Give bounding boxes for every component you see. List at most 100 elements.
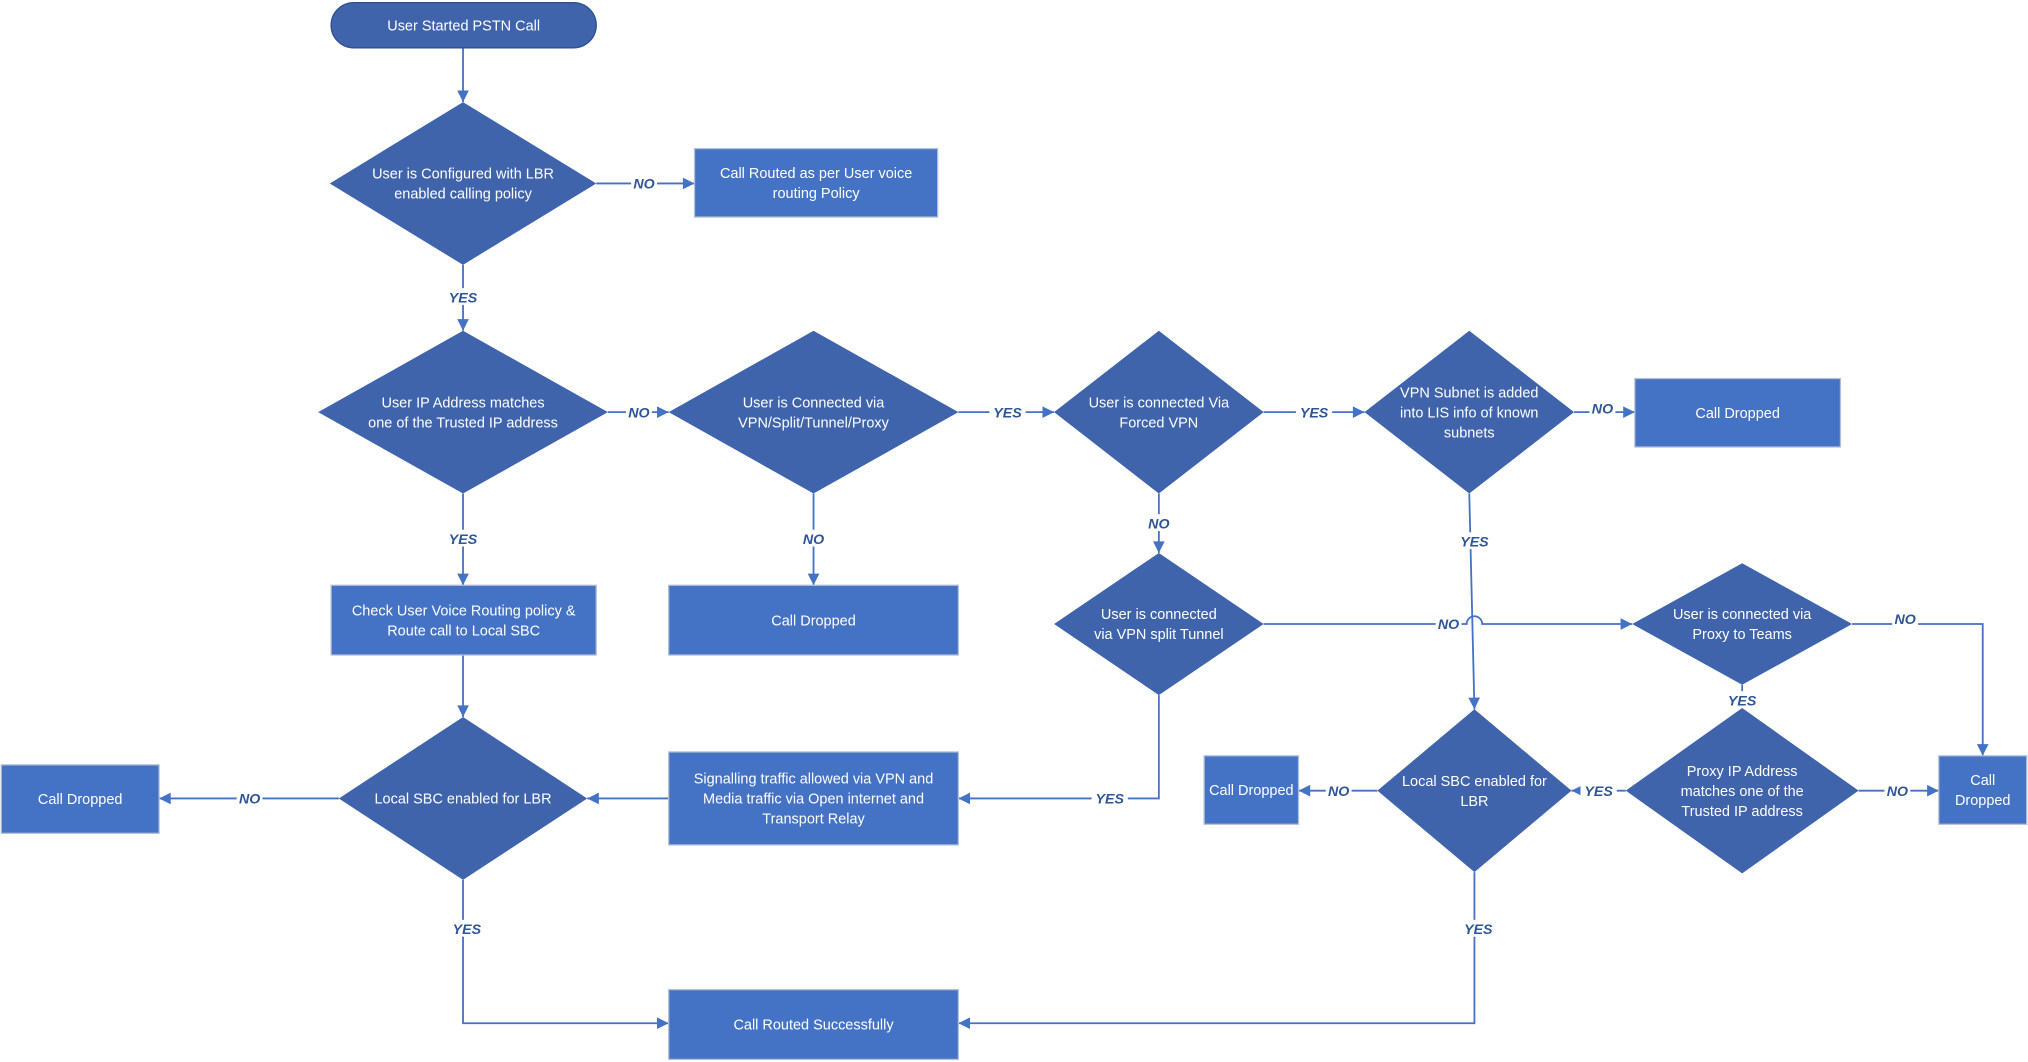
edge-label-no: NO <box>625 403 652 421</box>
node-label: User is connected <box>1101 607 1217 623</box>
node-label: User is connected Via <box>1089 395 1231 411</box>
node-label: Call <box>1970 773 1995 789</box>
edge-label-yes: YES <box>1580 781 1617 800</box>
process-box <box>330 584 597 656</box>
edge-label-no: NO <box>236 789 263 808</box>
node-proxy-ip: Proxy IP Address matches one of the Truste… <box>1625 708 1859 874</box>
node-label: Dropped <box>1955 793 2011 809</box>
edge-label-yes: YES <box>444 529 482 548</box>
decision-diamond <box>329 102 597 265</box>
edge-label-yes: YES <box>1091 789 1128 808</box>
node-label: Proxy to Teams <box>1692 627 1792 643</box>
connector-line <box>958 872 1476 1025</box>
node-label: Call Routed Successfully <box>733 1018 894 1034</box>
node-label: Local SBC enabled for LBR <box>375 792 552 808</box>
edge-label-text: YES <box>1584 784 1613 800</box>
arrowhead-icon <box>1623 406 1635 418</box>
arrowhead-icon <box>457 705 469 718</box>
arrowhead-icon <box>1468 697 1480 710</box>
node-lbr-policy: User is Configured with LBR enabled calli… <box>329 102 597 265</box>
connector-start-to-lbr-policy <box>457 47 469 103</box>
arrowhead-icon <box>1976 744 1989 756</box>
edge-label-text: NO <box>1328 784 1349 800</box>
arrowhead-icon <box>1298 784 1311 797</box>
node-signalling: Signalling traffic allowed via VPN and Me… <box>668 751 960 846</box>
node-dropped-left: Call Dropped <box>0 764 160 834</box>
edge-label-text: YES <box>449 290 478 306</box>
process-box <box>693 147 939 218</box>
arrowhead-icon <box>457 319 469 331</box>
arrowhead-icon <box>1352 406 1365 418</box>
node-routed-success: Call Routed Successfully <box>668 989 960 1061</box>
edge-label-no: NO <box>800 529 827 548</box>
node-label: one of the Trusted IP address <box>368 415 558 431</box>
node-vpn-subnet: VPN Subnet is added into LIS info of know… <box>1364 330 1575 494</box>
edge-label-text: YES <box>1460 535 1489 551</box>
edge-label-text: NO <box>1438 617 1459 633</box>
edge-label-no: NO <box>1884 781 1911 800</box>
edge-label-text: YES <box>453 922 482 938</box>
node-label: LBR <box>1460 794 1488 810</box>
node-check-routing: Check User Voice Routing policy & Route c… <box>330 584 597 656</box>
connector-vpn-subnet-to-local-sbc-right <box>1468 493 1480 710</box>
edge-label-no: NO <box>1892 609 1919 628</box>
node-dropped-subnet: Call Dropped <box>1634 377 1842 448</box>
edge-label-text: NO <box>803 532 824 548</box>
edge-label-text: YES <box>1728 693 1757 709</box>
decision-diamond <box>1632 563 1853 685</box>
edge-label-no: NO <box>1589 399 1616 417</box>
edge-label-text: NO <box>628 405 649 421</box>
node-label: Proxy IP Address <box>1687 764 1798 780</box>
edge-label-no: NO <box>631 174 658 193</box>
edge-label-text: NO <box>633 177 654 193</box>
node-split-tunnel: User is connected via VPN split Tunnel <box>1054 552 1264 696</box>
node-label: Local SBC enabled for <box>1402 774 1547 790</box>
nodes-layer: User Started PSTN Call User is Configured… <box>0 1 2028 1061</box>
node-label: Call Routed as per User voice <box>720 166 912 182</box>
arrowhead-icon <box>587 792 599 805</box>
decision-diamond <box>1054 330 1264 494</box>
edge-label-yes: YES <box>448 919 486 938</box>
edge-label-text: YES <box>1095 792 1124 808</box>
node-label: User is Configured with LBR <box>372 167 554 183</box>
edge-label-no: NO <box>1435 614 1462 633</box>
edge-label-yes: YES <box>1295 403 1333 421</box>
edge-label-text: YES <box>1464 922 1493 938</box>
connector-check-routing-to-local-sbc-left <box>457 655 469 718</box>
connector-signalling-to-local-sbc-left <box>587 792 669 805</box>
arrowhead-icon <box>1153 541 1165 553</box>
node-label: VPN Subnet is added <box>1400 385 1538 401</box>
connector-split-tunnel-to-signalling <box>958 695 1160 805</box>
node-label: routing Policy <box>773 186 861 202</box>
node-label: via VPN split Tunnel <box>1094 627 1224 643</box>
node-connected-vpn: User is Connected via VPN/Split/Tunnel/Pr… <box>668 330 959 494</box>
arrowhead-icon <box>958 1017 971 1030</box>
node-label: Transport Relay <box>762 812 865 828</box>
node-label: User is Connected via <box>743 395 886 411</box>
node-label: Trusted IP address <box>1681 804 1803 820</box>
node-label: Media traffic via Open internet and <box>703 792 924 808</box>
edge-label-no: NO <box>1325 781 1352 800</box>
node-label: Call Dropped <box>1209 783 1293 799</box>
edge-label-no: NO <box>1145 514 1172 532</box>
decision-diamond <box>1054 552 1264 696</box>
node-local-sbc-right: Local SBC enabled for LBR <box>1377 709 1572 873</box>
connector-line <box>1468 493 1476 710</box>
edge-label-yes: YES <box>444 288 482 306</box>
node-trusted-ip: User IP Address matches one of the Truste… <box>318 330 608 494</box>
arrowhead-icon <box>159 792 171 805</box>
connector-local-sbc-left-to-routed-success <box>462 879 669 1030</box>
node-label: subnets <box>1444 425 1495 441</box>
decision-diamond <box>318 330 608 494</box>
edge-label-text: YES <box>993 405 1022 421</box>
arrowhead-icon <box>807 573 820 586</box>
node-label: User IP Address matches <box>381 395 544 411</box>
decision-diamond <box>1377 709 1572 873</box>
node-start: User Started PSTN Call <box>330 1 597 49</box>
connector-local-sbc-right-to-routed-success <box>958 872 1476 1030</box>
edge-label-text: NO <box>1148 516 1169 532</box>
node-label: into LIS info of known <box>1400 405 1538 421</box>
node-label: enabled calling policy <box>394 187 532 203</box>
edge-label-text: YES <box>449 532 478 548</box>
node-label: Call Dropped <box>1695 406 1779 422</box>
